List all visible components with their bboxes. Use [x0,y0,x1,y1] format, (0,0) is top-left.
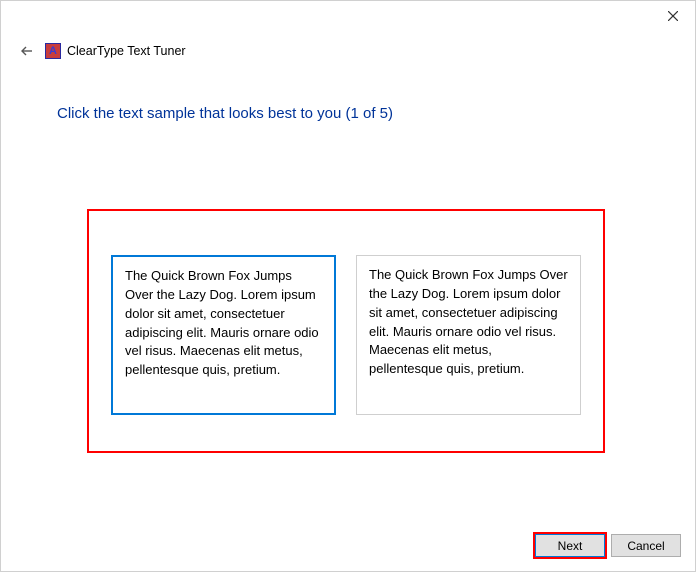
close-button[interactable] [651,1,695,31]
cleartype-tuner-window: A ClearType Text Tuner Click the text sa… [0,0,696,572]
instruction-text: Click the text sample that looks best to… [1,63,695,122]
app-icon: A [45,43,61,59]
close-icon [668,11,678,21]
back-button[interactable] [13,37,41,65]
next-button[interactable]: Next [535,534,605,557]
titlebar [1,1,695,33]
app-title: ClearType Text Tuner [67,44,186,58]
text-sample-2[interactable]: The Quick Brown Fox Jumps Over the Lazy … [356,255,581,415]
cancel-button[interactable]: Cancel [611,534,681,557]
button-row: Next Cancel [535,534,681,557]
text-sample-1[interactable]: The Quick Brown Fox Jumps Over the Lazy … [111,255,336,415]
samples-highlight-box: The Quick Brown Fox Jumps Over the Lazy … [87,209,605,453]
header-row: A ClearType Text Tuner [1,33,695,63]
back-arrow-icon [19,43,35,59]
